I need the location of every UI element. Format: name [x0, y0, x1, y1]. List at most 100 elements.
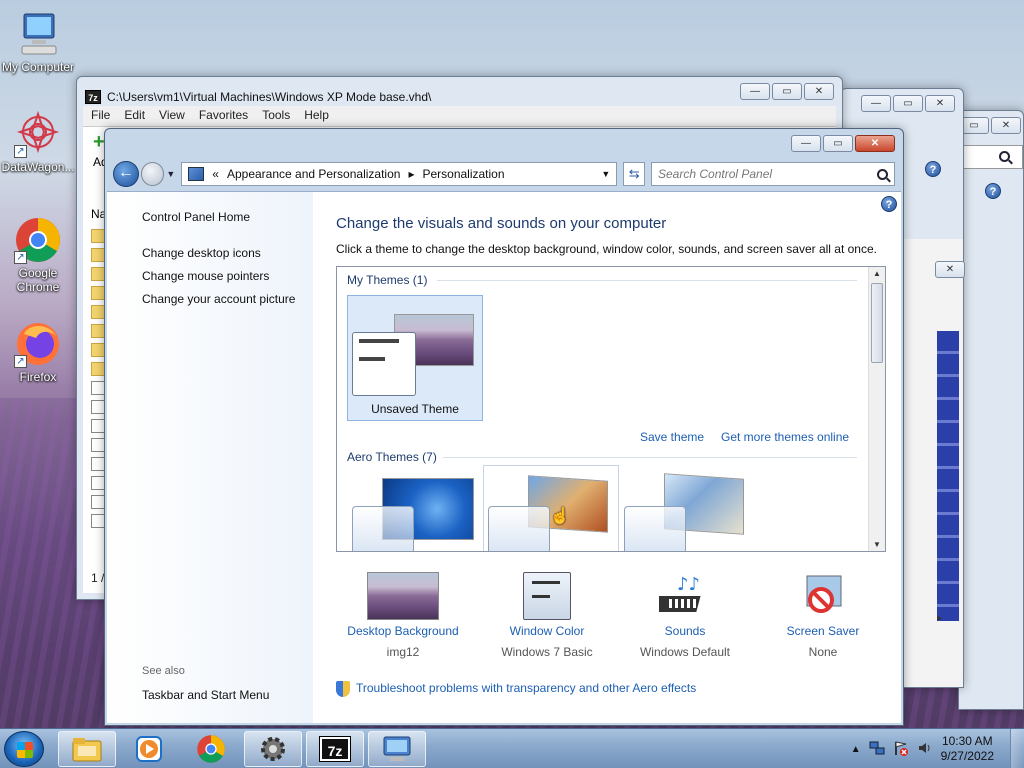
left-pane: Control Panel Home Change desktop icons …	[107, 192, 313, 723]
volume-icon[interactable]	[917, 740, 933, 759]
breadcrumb-appearance[interactable]: Appearance and Personalization	[227, 167, 400, 181]
forward-button[interactable]	[140, 162, 165, 186]
menu-file[interactable]: File	[91, 108, 110, 124]
background-window-far-right[interactable]: ▭ ✕ ?	[958, 110, 1024, 710]
close-button[interactable]: ✕	[855, 135, 895, 152]
desktop-icon-my-computer[interactable]: My Computer	[0, 10, 76, 74]
recent-pages-dropdown[interactable]: ▼	[166, 169, 175, 179]
save-theme-link[interactable]: Save theme	[640, 430, 704, 444]
theme-characters[interactable]	[619, 469, 755, 551]
network-icon[interactable]	[869, 740, 885, 759]
sounds-item[interactable]: ♪♪ Sounds Windows Default	[615, 572, 755, 659]
menu-bar: File Edit View Favorites Tools Help	[83, 106, 836, 126]
taskbar-start-menu-link[interactable]: Taskbar and Start Menu	[142, 688, 269, 702]
taskbar-media-player[interactable]	[120, 731, 178, 767]
help-icon[interactable]: ?	[925, 161, 941, 177]
taskbar-settings[interactable]	[244, 731, 302, 767]
theme-architecture[interactable]: ☝	[483, 465, 619, 551]
menu-favorites[interactable]: Favorites	[199, 108, 248, 124]
help-icon[interactable]: ?	[881, 196, 897, 212]
glass-preview-icon	[352, 506, 414, 551]
scroll-down-arrow[interactable]: ▼	[869, 540, 885, 549]
breadcrumb-overflow[interactable]: «	[212, 167, 219, 181]
menu-view[interactable]: View	[159, 108, 185, 124]
close-button[interactable]: ✕	[991, 117, 1021, 134]
shortcut-arrow-icon: ↗	[14, 251, 27, 264]
control-panel-home-link[interactable]: Control Panel Home	[142, 210, 250, 224]
desktop-icon-datawagon[interactable]: ↗ DataWagon...	[0, 110, 76, 174]
sounds-icon: ♪♪	[652, 572, 711, 620]
folder-icon	[91, 229, 105, 243]
minimize-button[interactable]: —	[861, 95, 891, 112]
clock[interactable]: 10:30 AM 9/27/2022	[941, 734, 994, 764]
desktop-background-value: img12	[386, 645, 420, 659]
lotus-icon: ↗	[14, 110, 62, 158]
menu-help[interactable]: Help	[304, 108, 329, 124]
theme-list-scrollbar[interactable]: ▲ ▼	[868, 267, 885, 551]
help-icon[interactable]: ?	[985, 183, 1001, 199]
close-button[interactable]: ✕	[935, 261, 965, 278]
maximize-button[interactable]: ▭	[893, 95, 923, 112]
desktop-background-link[interactable]: Desktop Background	[333, 624, 473, 638]
folder-icon	[91, 362, 105, 376]
search-input[interactable]: Search Control Panel	[651, 162, 895, 186]
theme-list[interactable]: My Themes (1) Unsaved Theme Save theme G…	[336, 266, 886, 552]
taskbar-7zip[interactable]: 7z	[306, 731, 364, 767]
desktop-icon-label: Google Chrome	[16, 266, 60, 294]
scroll-up-arrow[interactable]: ▲	[869, 269, 885, 278]
maximize-button[interactable]: ▭	[772, 83, 802, 100]
minimize-button[interactable]: —	[740, 83, 770, 100]
add-icon[interactable]: +	[93, 131, 105, 154]
show-desktop-button[interactable]	[1010, 729, 1024, 768]
troubleshoot-link[interactable]: Troubleshoot problems with transparency …	[356, 681, 696, 695]
breadcrumb-dropdown-icon[interactable]: ▼	[601, 169, 610, 179]
refresh-button[interactable]: ⇆	[623, 162, 645, 186]
desktop-icon-google-chrome[interactable]: ↗ Google Chrome	[0, 216, 76, 294]
back-button[interactable]: ←	[113, 161, 139, 187]
window-title: C:\Users\vm1\Virtual Machines\Windows XP…	[107, 89, 432, 104]
address-field[interactable]	[959, 145, 1023, 169]
action-center-icon[interactable]	[893, 740, 909, 759]
control-panel-window[interactable]: — ▭ ✕ ← ▼ « Appearance and Personalizati…	[104, 128, 904, 726]
breadcrumb-personalization[interactable]: Personalization	[422, 167, 504, 181]
get-more-themes-link[interactable]: Get more themes online	[721, 430, 849, 444]
taskbar-explorer[interactable]	[58, 731, 116, 767]
maximize-button[interactable]: ▭	[823, 135, 853, 152]
scrollbar-thumb[interactable]	[871, 283, 883, 363]
menu-edit[interactable]: Edit	[124, 108, 145, 124]
theme-unsaved[interactable]: Unsaved Theme	[347, 295, 483, 421]
theme-windows-7[interactable]	[347, 469, 483, 551]
folder-icon	[72, 738, 102, 762]
scroll-right-arrow[interactable]: ▸	[937, 613, 942, 624]
menu-tools[interactable]: Tools	[262, 108, 290, 124]
file-icon	[91, 400, 105, 414]
window-color-item[interactable]: Window Color Windows 7 Basic	[477, 572, 617, 659]
desktop-icon-firefox[interactable]: ↗ Firefox	[0, 320, 76, 384]
taskbar-chrome[interactable]	[182, 731, 240, 767]
change-account-picture-link[interactable]: Change your account picture	[142, 292, 295, 306]
close-button[interactable]: ✕	[804, 83, 834, 100]
desktop-background-item[interactable]: Desktop Background img12	[333, 572, 473, 659]
breadcrumb-separator-icon: ▸	[408, 167, 415, 181]
window-color-link[interactable]: Window Color	[477, 624, 617, 638]
theme-label: Unsaved Theme	[371, 402, 459, 416]
glass-preview-icon	[624, 506, 686, 551]
screen-saver-link[interactable]: Screen Saver	[753, 624, 893, 638]
screen-saver-item[interactable]: Screen Saver None	[753, 572, 893, 659]
7zip-icon: 7z	[319, 736, 351, 762]
show-hidden-icons-button[interactable]: ▲	[851, 744, 861, 755]
taskbar-control-panel[interactable]	[368, 731, 426, 767]
close-button[interactable]: ✕	[925, 95, 955, 112]
section-divider	[437, 280, 857, 281]
change-desktop-icons-link[interactable]: Change desktop icons	[142, 246, 261, 260]
minimize-button[interactable]: —	[791, 135, 821, 152]
folder-icon	[91, 248, 105, 262]
clock-time: 10:30 AM	[941, 734, 993, 748]
sounds-link[interactable]: Sounds	[615, 624, 755, 638]
window-preview-icon	[352, 332, 416, 396]
start-button[interactable]	[4, 731, 44, 767]
change-mouse-pointers-link[interactable]: Change mouse pointers	[142, 269, 269, 283]
breadcrumb[interactable]: « Appearance and Personalization ▸ Perso…	[181, 162, 618, 186]
window-titlebar[interactable]: 7z C:\Users\vm1\Virtual Machines\Windows…	[77, 77, 842, 107]
troubleshoot-row[interactable]: Troubleshoot problems with transparency …	[336, 681, 696, 697]
